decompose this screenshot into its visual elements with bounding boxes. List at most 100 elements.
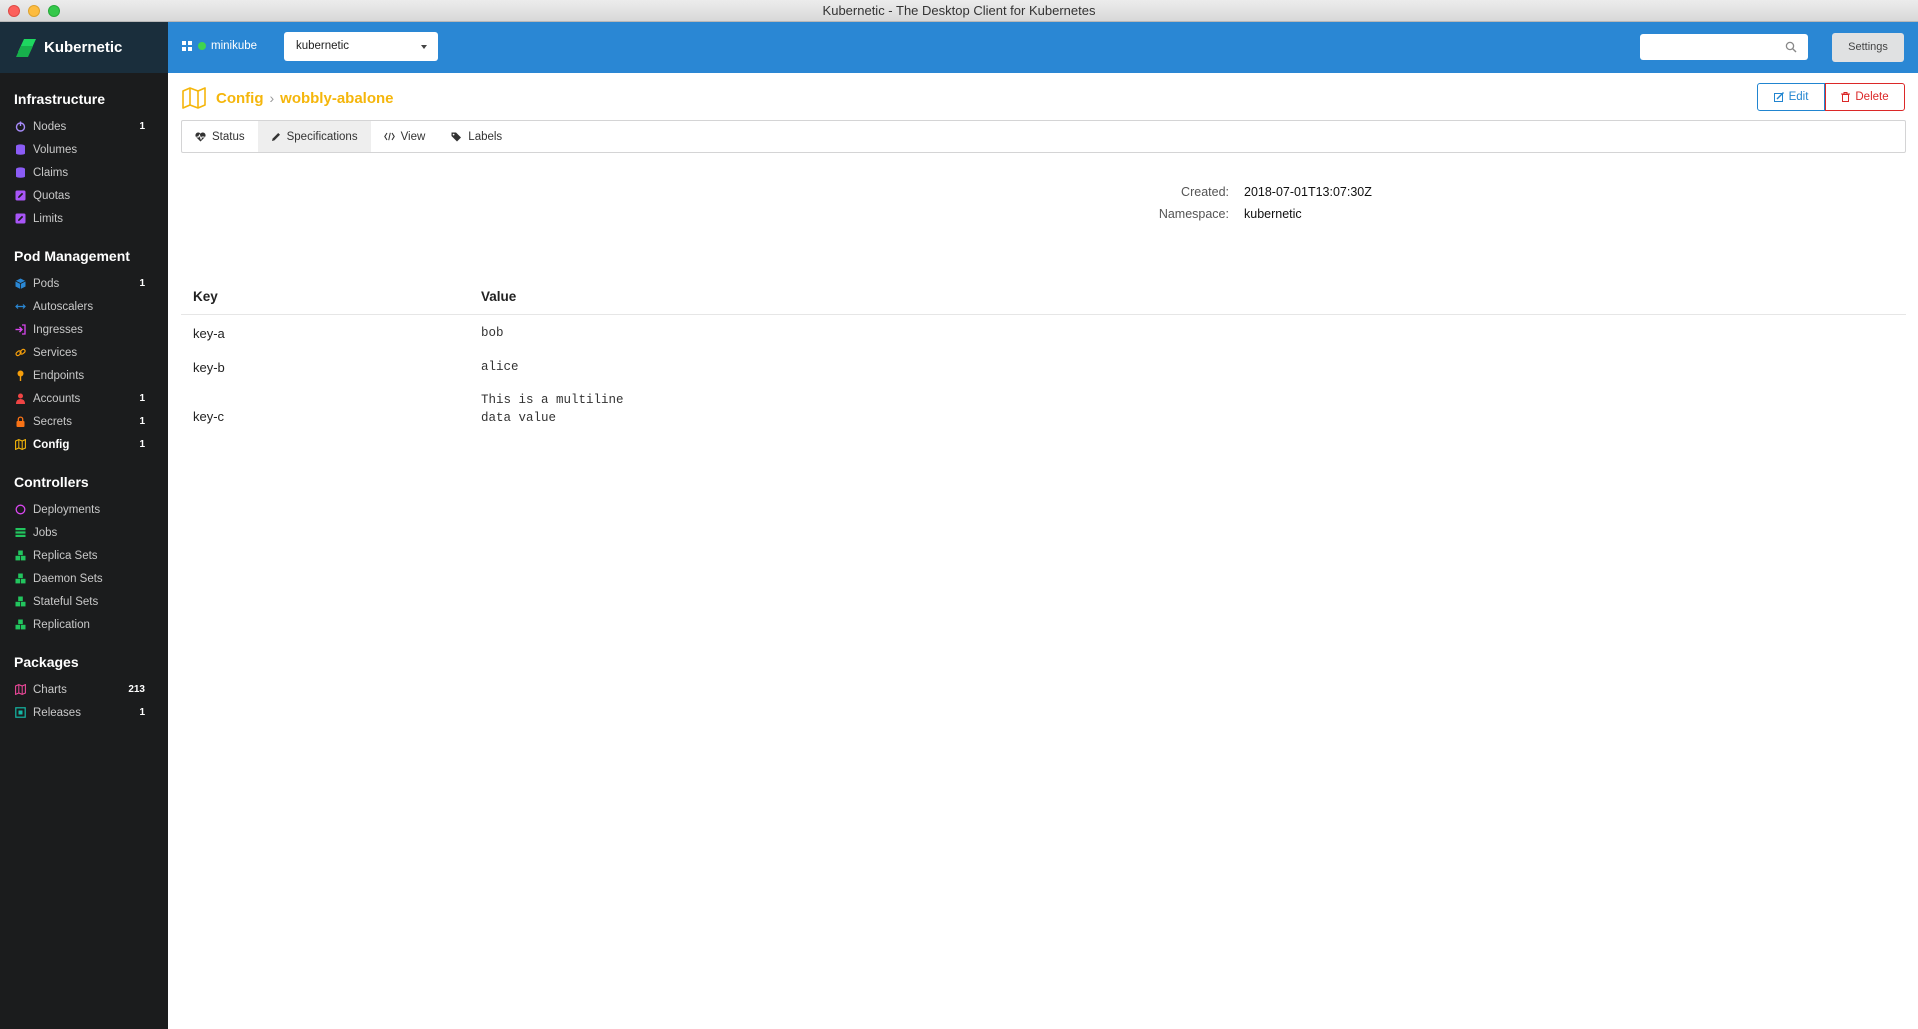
cubes-icon (15, 573, 26, 584)
sidebar-item-nodes[interactable]: Nodes 1 (0, 115, 168, 138)
sidebar-item-secrets[interactable]: Secrets 1 (0, 410, 168, 433)
sidebar-item-autoscalers[interactable]: Autoscalers (0, 295, 168, 318)
row-value: bob (481, 326, 504, 340)
row-key: key-c (193, 409, 225, 424)
sidebar-item-endpoints[interactable]: Endpoints (0, 364, 168, 387)
sidebar-item-label: Charts (33, 683, 67, 696)
cluster-status-dot (198, 42, 206, 50)
circle-icon (15, 504, 26, 515)
sidebar-item-stateful-sets[interactable]: Stateful Sets (0, 590, 168, 613)
heartbeat-icon (195, 131, 206, 141)
sidebar-item-volumes[interactable]: Volumes (0, 138, 168, 161)
sidebar-item-deployments[interactable]: Deployments (0, 498, 168, 521)
sidebar-item-jobs[interactable]: Jobs (0, 521, 168, 544)
sidebar-item-claims[interactable]: Claims (0, 161, 168, 184)
sidebar-nav: Infrastructure Nodes 1 Volumes Claims Quotas L… (0, 91, 168, 724)
created-label: Created: (1181, 185, 1229, 199)
sidebar-item-label: Releases (33, 706, 81, 719)
user-icon (15, 393, 26, 404)
edit-button[interactable]: Edit (1757, 83, 1825, 111)
window-title: Kubernetic - The Desktop Client for Kube… (822, 3, 1096, 18)
main-content: Config › wobbly-abalone Edit Delete Stat… (168, 73, 1918, 1029)
sidebar-item-count: 1 (139, 416, 145, 427)
sidebar-item-label: Volumes (33, 143, 78, 156)
tab-specifications[interactable]: Specifications (257, 121, 371, 152)
settings-button[interactable]: Settings (1832, 33, 1904, 62)
sign-in-icon (15, 324, 26, 335)
config-data-table: Key Value key-a bob key-b alice key-c Th… (181, 281, 1906, 433)
delete-label: Delete (1855, 91, 1889, 103)
search-icon[interactable] (1785, 41, 1797, 53)
map-icon (15, 684, 26, 695)
sidebar-section-title: Packages (14, 654, 79, 670)
arrows-h-icon (15, 301, 26, 312)
tab-labels[interactable]: Labels (438, 121, 515, 152)
sidebar-item-label: Services (33, 346, 78, 359)
sidebar-item-replica-sets[interactable]: Replica Sets (0, 544, 168, 567)
sidebar-item-limits[interactable]: Limits (0, 207, 168, 230)
cubes-icon (15, 550, 26, 561)
sidebar-item-label: Claims (33, 166, 69, 179)
sidebar-item-quotas[interactable]: Quotas (0, 184, 168, 207)
sidebar-item-charts[interactable]: Charts 213 (0, 678, 168, 701)
breadcrumb-current: wobbly-abalone (280, 89, 394, 107)
delete-button[interactable]: Delete (1825, 83, 1905, 111)
table-row: key-c This is a multiline data value (181, 383, 1906, 433)
sidebar-section-title: Pod Management (14, 248, 130, 264)
sidebar-item-label: Deployments (33, 503, 101, 516)
map-icon (15, 439, 26, 450)
brand[interactable]: Kubernetic (0, 22, 168, 73)
tab-view[interactable]: View (371, 121, 439, 152)
sidebar-section-title: Controllers (14, 474, 89, 490)
pin-icon (15, 370, 26, 381)
sidebar-item-label: Stateful Sets (33, 595, 99, 608)
namespace-value: kubernetic (1244, 207, 1302, 221)
breadcrumb-parent[interactable]: Config (216, 90, 263, 107)
namespace-select[interactable]: kubernetic (284, 32, 438, 61)
window-close-button[interactable] (8, 5, 20, 17)
tab-bar: Status Specifications View Labels (181, 120, 1906, 153)
sidebar-item-count: 1 (139, 278, 145, 289)
sidebar-item-label: Nodes (33, 120, 67, 133)
sidebar-item-pods[interactable]: Pods 1 (0, 272, 168, 295)
sidebar-item-daemon-sets[interactable]: Daemon Sets (0, 567, 168, 590)
sidebar-item-count: 213 (128, 684, 145, 695)
sidebar-section: Packages Charts 213 Releases 1 (0, 654, 168, 724)
column-header-key: Key (193, 289, 218, 304)
row-value: This is a multiline data value (481, 393, 624, 425)
search-input[interactable] (1640, 34, 1808, 60)
sidebar-item-services[interactable]: Services (0, 341, 168, 364)
sidebar-item-label: Config (33, 438, 70, 451)
row-key: key-b (193, 360, 225, 375)
edit-square-icon (15, 213, 26, 224)
sidebar-item-accounts[interactable]: Accounts 1 (0, 387, 168, 410)
table-row: key-b alice (181, 349, 1906, 383)
sidebar-item-replication[interactable]: Replication (0, 613, 168, 636)
sidebar-item-count: 1 (139, 121, 145, 132)
database-icon (15, 167, 26, 178)
sidebar-item-releases[interactable]: Releases 1 (0, 701, 168, 724)
tags-icon (451, 132, 462, 141)
namespace-select-value: kubernetic (296, 40, 350, 52)
sidebar-item-label: Jobs (33, 526, 58, 539)
window-maximize-button[interactable] (48, 5, 60, 17)
trash-icon (1841, 92, 1851, 102)
tasks-icon (15, 527, 26, 538)
sidebar-item-config[interactable]: Config 1 (0, 433, 168, 456)
sidebar-item-label: Endpoints (33, 369, 85, 382)
chevron-right-icon: › (269, 90, 275, 106)
caret-down-icon (421, 45, 427, 49)
sidebar-item-label: Pods (33, 277, 60, 290)
cubes-icon (15, 619, 26, 630)
edit-icon (1773, 92, 1784, 102)
sidebar-item-ingresses[interactable]: Ingresses (0, 318, 168, 341)
database-icon (15, 144, 26, 155)
tab-view-label: View (400, 130, 426, 143)
column-header-value: Value (481, 289, 517, 304)
window-minimize-button[interactable] (28, 5, 40, 17)
tab-status-label: Status (212, 130, 245, 143)
power-icon (15, 121, 26, 132)
cluster-switcher[interactable]: minikube (182, 40, 257, 52)
sidebar-section: Pod Management Pods 1 Autoscalers Ingresses S… (0, 248, 168, 456)
tab-status[interactable]: Status (182, 121, 258, 152)
